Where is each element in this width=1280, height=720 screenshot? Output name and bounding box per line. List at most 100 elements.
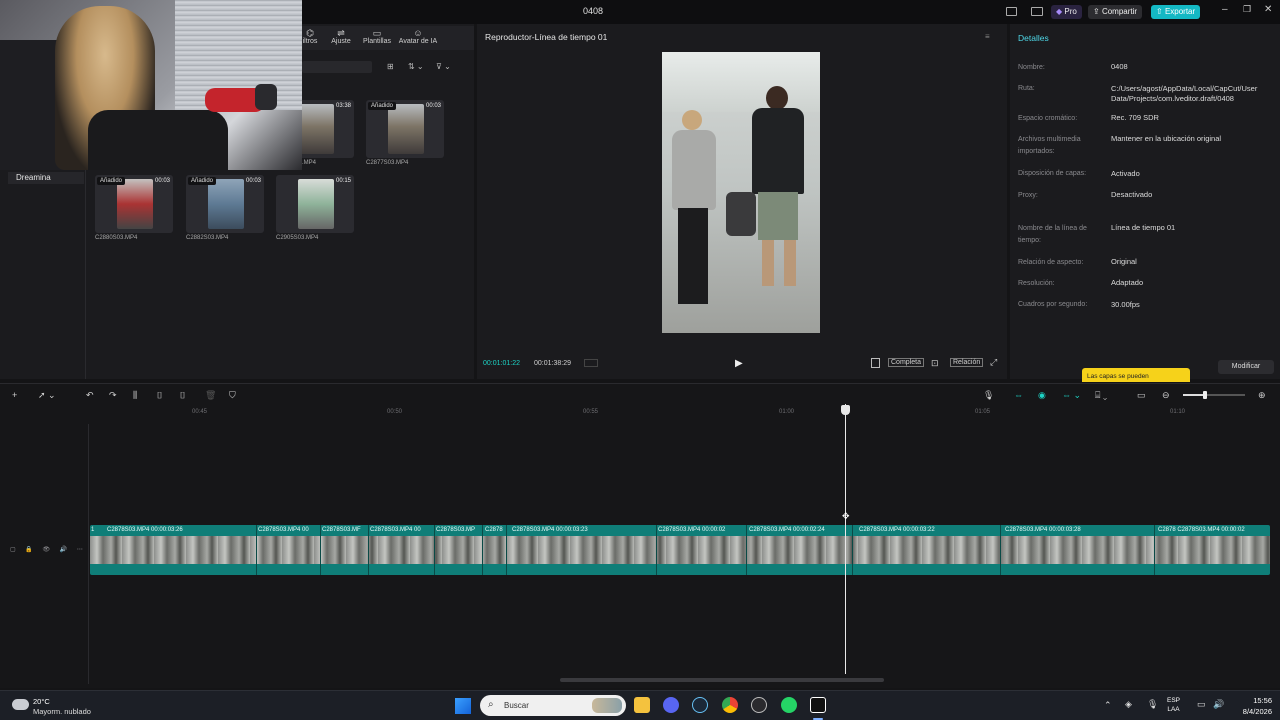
snap-icon[interactable]: ⇔ ⌄: [1062, 390, 1081, 401]
redo-icon[interactable]: ↷: [109, 390, 117, 401]
fullscreen-icon[interactable]: ⤢: [990, 357, 997, 368]
timecode-icon[interactable]: [584, 359, 598, 367]
detail-value: 30.00fps: [1111, 300, 1140, 309]
zoom-slider-knob[interactable]: [1203, 391, 1207, 399]
search-highlight-icon: [592, 698, 622, 713]
undo-icon[interactable]: ↶: [86, 390, 94, 401]
clip-duration: 03:38: [335, 103, 351, 109]
tab-adjust[interactable]: ⇌ Ajuste: [328, 28, 354, 45]
preview-axis-icon[interactable]: ⌸ ⌄: [1095, 390, 1107, 401]
tab-label: Plantillas: [362, 38, 391, 45]
file-explorer-icon[interactable]: [634, 697, 650, 713]
language-code: ESP: [1167, 697, 1181, 704]
zoom-in-icon[interactable]: ⊕: [1258, 390, 1266, 401]
templates-icon: ▭: [372, 28, 382, 38]
clock-time: 15:56: [1253, 696, 1272, 705]
ruler-label: 00:55: [583, 409, 599, 415]
weather-temp: 20°C: [33, 697, 50, 706]
playhead[interactable]: [845, 404, 846, 674]
discord-icon[interactable]: [663, 697, 679, 713]
network-icon[interactable]: ◈: [1125, 699, 1132, 710]
tab-filters[interactable]: ⌬ iltros: [300, 28, 320, 45]
modify-button[interactable]: Modificar: [1218, 360, 1274, 374]
track-controls[interactable]: ▢ 🔒 👁 🔊 ⋯: [10, 546, 87, 553]
tab-templates[interactable]: ▭ Plantillas: [360, 28, 394, 45]
select-tool-icon[interactable]: ➚ ⌄: [38, 390, 56, 401]
clip-duration: 00:03: [245, 178, 261, 184]
close-icon[interactable]: ✕: [1264, 4, 1272, 15]
trim-left-icon[interactable]: ⌷: [157, 390, 162, 401]
tab-label: Ajuste: [331, 38, 351, 45]
export-button[interactable]: ⇧ Exportar: [1151, 5, 1201, 19]
chrome-icon[interactable]: [722, 697, 738, 713]
mic-icon[interactable]: 🎙: [983, 390, 994, 401]
language-indicator[interactable]: ESP LAA: [1167, 696, 1180, 714]
layout-icon[interactable]: [1006, 7, 1017, 16]
maximize-icon[interactable]: ❐: [1243, 4, 1251, 15]
grid-view-icon[interactable]: ⊞: [387, 62, 394, 71]
media-clip[interactable]: Añadido 00:03 C2877S03.MP4: [366, 100, 446, 166]
taskbar: 20°C Mayorm. nublado ⌕ Buscar ⌃ ◈ 🎙 ESP …: [0, 690, 1280, 720]
video-track[interactable]: 1 C2878S03.MP4 00:00:03:26 C2878S03.MP4 …: [90, 525, 1270, 575]
search-field[interactable]: [302, 61, 372, 73]
media-clip[interactable]: Añadido 00:03 C2882S03.MP4: [186, 175, 266, 241]
split-icon[interactable]: ⫼: [133, 390, 137, 401]
detail-value: Mantener en la ubicación original: [1111, 134, 1222, 143]
trim-right-icon[interactable]: ⌷: [180, 390, 185, 401]
sort-icon[interactable]: ⇅ ⌄: [408, 62, 424, 71]
play-button[interactable]: ▶: [735, 358, 743, 369]
playhead-handle[interactable]: [841, 405, 850, 415]
detail-label: Nombre:: [1018, 64, 1045, 71]
steam-icon[interactable]: [692, 697, 708, 713]
complete-button[interactable]: Completa: [888, 358, 924, 367]
detail-label: Archivos multimedia importados:: [1018, 136, 1081, 155]
volume-icon[interactable]: 🔊: [1213, 699, 1224, 710]
obs-icon[interactable]: [751, 697, 767, 713]
display-icon[interactable]: ▭: [1197, 699, 1206, 710]
detail-label: Resolución:: [1018, 280, 1055, 287]
detail-value: 0408: [1111, 62, 1128, 71]
magnet-icon[interactable]: ◉: [1038, 390, 1046, 401]
diamond-icon: ◆: [1056, 7, 1063, 16]
export-label: Exportar: [1164, 7, 1196, 16]
media-clip[interactable]: Añadido 00:03 C2880S03.MP4: [95, 175, 175, 241]
clip-duration: 00:15: [335, 178, 351, 184]
link-icon[interactable]: ⇔: [1014, 390, 1023, 400]
detail-label: Espacio cromático:: [1018, 115, 1078, 122]
filter-icon[interactable]: ⊽ ⌄: [436, 62, 451, 71]
whatsapp-icon[interactable]: [781, 697, 797, 713]
weather-icon[interactable]: [12, 699, 29, 710]
weather-desc: Mayorm. nublado: [33, 707, 91, 716]
delete-icon[interactable]: 🗑: [205, 390, 216, 401]
zoom-slider[interactable]: [1183, 391, 1245, 399]
microphone-icon[interactable]: 🎙: [1147, 699, 1158, 710]
chevron-up-icon[interactable]: ⌃: [1104, 700, 1112, 711]
sidebar-item-dreamina[interactable]: Dreamina: [8, 172, 84, 184]
taskbar-search[interactable]: ⌕ Buscar: [480, 695, 626, 716]
snapshot-icon[interactable]: ⊡: [931, 358, 939, 369]
detail-label: Relación de aspecto:: [1018, 259, 1084, 266]
media-clip[interactable]: 00:15 C2905S03.MP4: [276, 175, 356, 241]
player-panel: Reproductor-Línea de tiempo 01 ≡ 00:01:0…: [477, 24, 1007, 379]
media-toolbar: ⌬ iltros ⇌ Ajuste ▭ Plantillas ☺ Avatar …: [300, 26, 474, 50]
clip-label: C2878S03.MP4 00: [370, 527, 421, 533]
detail-label: Ruta:: [1018, 85, 1035, 92]
shortcuts-icon[interactable]: [1031, 7, 1043, 16]
clip-duration: 00:03: [425, 103, 441, 109]
minimize-icon[interactable]: –: [1222, 4, 1228, 15]
ratio-button[interactable]: Relación: [950, 358, 984, 367]
zoom-out-icon[interactable]: ⊖: [1162, 390, 1170, 401]
add-icon[interactable]: +: [12, 390, 17, 400]
timeline-scrollbar[interactable]: [560, 678, 884, 682]
layers-tooltip: Las capas se pueden: [1082, 368, 1190, 382]
capcut-icon[interactable]: [810, 697, 826, 713]
fit-icon[interactable]: [871, 358, 880, 368]
pro-button[interactable]: ◆ Pro: [1051, 5, 1082, 19]
marker-icon[interactable]: ⛉: [229, 390, 236, 401]
share-button[interactable]: ⇪ Compartir: [1088, 5, 1143, 19]
video-preview[interactable]: [662, 52, 820, 333]
windows-start-icon[interactable]: [455, 698, 471, 714]
caption-icon[interactable]: ▭: [1137, 390, 1146, 401]
menu-icon[interactable]: ≡: [985, 32, 990, 41]
tab-ai-avatar[interactable]: ☺ Avatar de IA: [396, 28, 440, 45]
